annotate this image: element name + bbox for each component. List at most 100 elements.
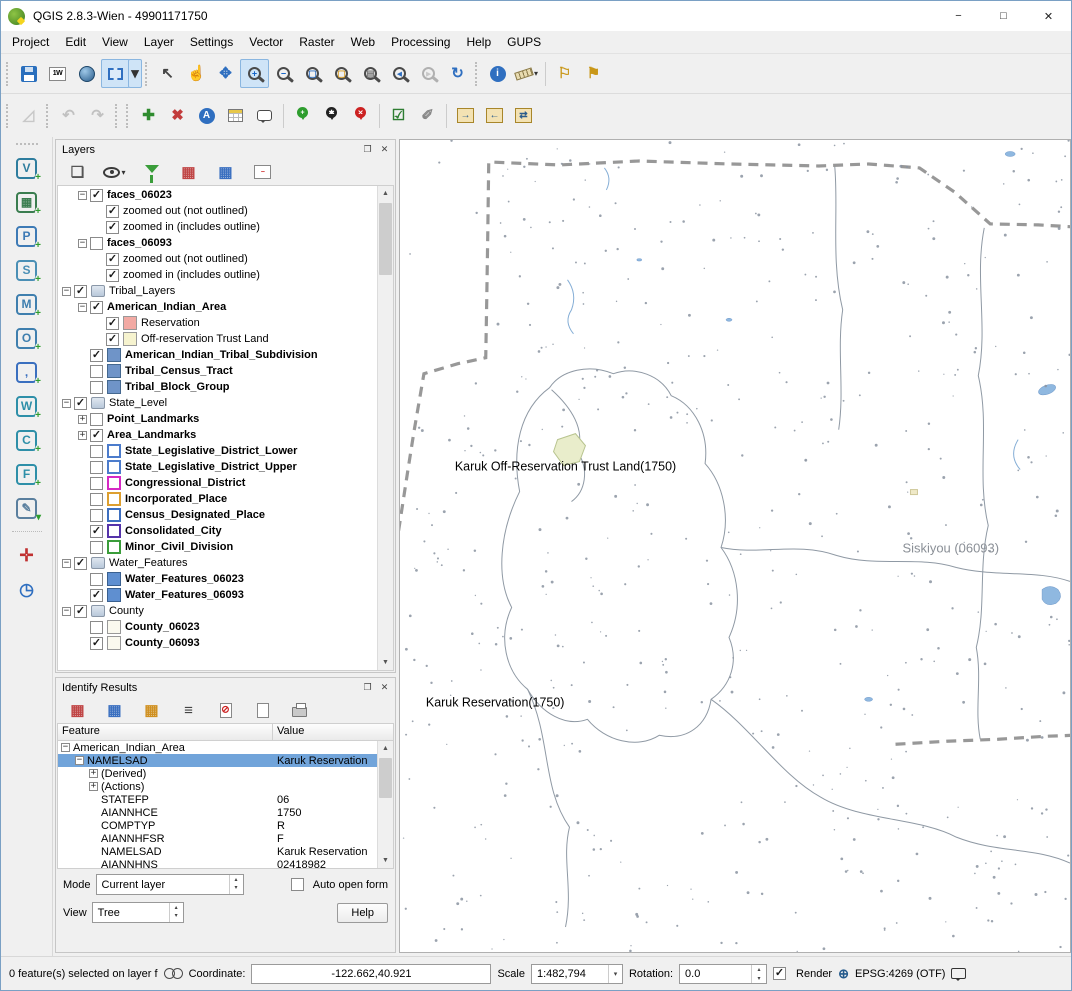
select-dropdown-chevron[interactable]: ▾ xyxy=(128,59,142,88)
layer-row[interactable]: State_Legislative_District_Upper xyxy=(58,459,377,475)
layer-checkbox[interactable] xyxy=(90,237,103,250)
layer-checkbox[interactable] xyxy=(90,477,103,490)
crs-status-text[interactable]: EPSG:4269 (OTF) xyxy=(855,968,945,980)
attribute-table-icon[interactable] xyxy=(221,101,250,130)
layer-row[interactable]: +✓Area_Landmarks xyxy=(58,427,377,443)
globe-icon[interactable] xyxy=(72,59,101,88)
layer-checkbox[interactable] xyxy=(90,381,103,394)
pin-add-icon[interactable]: + xyxy=(288,101,317,130)
pan-to-selection-icon[interactable]: ✥ xyxy=(211,59,240,88)
copy-feature-icon[interactable] xyxy=(248,696,277,725)
panel-close-button[interactable]: ✕ xyxy=(377,681,392,695)
layer-checkbox[interactable]: ✓ xyxy=(106,333,119,346)
sync-data-icon[interactable]: ⇄ xyxy=(509,101,538,130)
layer-checkbox[interactable] xyxy=(90,621,103,634)
menu-settings[interactable]: Settings xyxy=(182,32,241,52)
tree-expander[interactable]: + xyxy=(78,415,87,424)
scroll-up-arrow[interactable]: ▲ xyxy=(378,741,393,756)
expand-all-icon[interactable]: ▦ xyxy=(174,158,203,187)
identify-result-row[interactable]: −NAMELSADKaruk Reservation xyxy=(58,754,377,767)
layer-row[interactable]: ✓zoomed in (includes outline) xyxy=(58,267,377,283)
add-delimited-text-icon[interactable]: ,+ xyxy=(12,357,42,387)
menu-processing[interactable]: Processing xyxy=(383,32,458,52)
add-vector-layer-icon[interactable]: V+ xyxy=(12,153,42,183)
layer-checkbox[interactable]: ✓ xyxy=(74,605,87,618)
layer-checkbox[interactable] xyxy=(90,493,103,506)
show-bookmarks-icon[interactable]: ⚑ xyxy=(579,59,608,88)
menu-gups[interactable]: GUPS xyxy=(499,32,549,52)
help-button[interactable]: Help xyxy=(337,903,388,923)
layer-row[interactable]: ✓County_06093 xyxy=(58,635,377,651)
layer-checkbox[interactable] xyxy=(90,413,103,426)
add-oracle-layer-icon[interactable]: O+ xyxy=(12,323,42,353)
scrollbar-thumb[interactable] xyxy=(379,203,392,275)
tree-expander[interactable]: + xyxy=(89,769,98,778)
tree-expander[interactable]: − xyxy=(62,607,71,616)
menu-project[interactable]: Project xyxy=(4,32,57,52)
identify-result-row[interactable]: AIANNHFSRF xyxy=(58,832,377,845)
identify-result-row[interactable]: COMPTYPR xyxy=(58,819,377,832)
touch-cursor-icon[interactable]: ↖ xyxy=(153,59,182,88)
tree-expander[interactable]: − xyxy=(62,399,71,408)
pin-flag-icon[interactable]: ✱ xyxy=(317,101,346,130)
layer-row[interactable]: Congressional_District xyxy=(58,475,377,491)
azimuth-tool-icon[interactable]: ◷ xyxy=(12,574,42,604)
column-header-value[interactable]: Value xyxy=(273,724,393,740)
scroll-up-arrow[interactable]: ▲ xyxy=(378,186,393,201)
identify-scrollbar[interactable]: ▲ ▼ xyxy=(377,741,393,868)
layer-checkbox[interactable]: ✓ xyxy=(74,397,87,410)
zoom-in-icon[interactable]: + xyxy=(240,59,269,88)
identify-result-row[interactable]: +(Derived) xyxy=(58,767,377,780)
layer-row[interactable]: +Point_Landmarks xyxy=(58,411,377,427)
refresh-icon[interactable]: ↻ xyxy=(443,59,472,88)
validate-map-icon[interactable]: ☑ xyxy=(384,101,413,130)
layer-checkbox[interactable]: ✓ xyxy=(106,269,119,282)
import-data-icon[interactable]: → xyxy=(451,101,480,130)
layer-row[interactable]: Tribal_Census_Tract xyxy=(58,363,377,379)
menu-web[interactable]: Web xyxy=(343,32,383,52)
menu-vector[interactable]: Vector xyxy=(241,32,291,52)
expand-new-icon[interactable]: ▦ xyxy=(137,696,166,725)
layer-row[interactable]: Incorporated_Place xyxy=(58,491,377,507)
form-view-icon[interactable]: ≡ xyxy=(174,696,203,725)
add-group-icon[interactable]: ❏ xyxy=(63,158,92,187)
layer-row[interactable]: Water_Features_06023 xyxy=(58,571,377,587)
layer-row[interactable]: ✓Water_Features_06093 xyxy=(58,587,377,603)
coordinate-input[interactable]: -122.662,40.921 xyxy=(251,964,491,984)
identify-result-row[interactable]: −American_Indian_Area xyxy=(58,741,377,754)
layer-row[interactable]: −✓Tribal_Layers xyxy=(58,283,377,299)
zoom-full-icon[interactable]: ▢ xyxy=(298,59,327,88)
crs-globe-icon[interactable]: ⊕ xyxy=(838,966,849,982)
layer-row[interactable]: ✓American_Indian_Tribal_Subdivision xyxy=(58,347,377,363)
menu-layer[interactable]: Layer xyxy=(136,32,182,52)
print-icon[interactable] xyxy=(285,696,314,725)
identify-result-row[interactable]: +(Actions) xyxy=(58,780,377,793)
export-data-icon[interactable]: ← xyxy=(480,101,509,130)
layer-checkbox[interactable]: ✓ xyxy=(106,317,119,330)
panel-float-button[interactable]: ❐ xyxy=(360,143,375,157)
layer-row[interactable]: −faces_06093 xyxy=(58,235,377,251)
select-rectangle-icon[interactable] xyxy=(101,59,130,88)
add-spatialite-layer-icon[interactable]: S+ xyxy=(12,255,42,285)
layer-row[interactable]: ✓zoomed out (not outlined) xyxy=(58,251,377,267)
text-label-icon[interactable]: A xyxy=(192,101,221,130)
menu-edit[interactable]: Edit xyxy=(57,32,94,52)
new-feature-icon[interactable]: ✚ xyxy=(134,101,163,130)
layer-checkbox[interactable]: ✓ xyxy=(90,189,103,202)
tree-expander[interactable]: − xyxy=(75,756,84,765)
clear-results-icon[interactable]: ⊘ xyxy=(211,696,240,725)
dropdown-chevron-icon[interactable]: ▾ xyxy=(121,168,125,177)
map-canvas[interactable]: Karuk Off-Reservation Trust Land(1750)Si… xyxy=(400,140,1070,952)
layer-checkbox[interactable] xyxy=(90,509,103,522)
minimize-button[interactable]: − xyxy=(936,1,981,31)
auto-open-form-checkbox[interactable] xyxy=(291,878,304,891)
close-button[interactable]: ✕ xyxy=(1026,1,1071,31)
layer-row[interactable]: ✓Consolidated_City xyxy=(58,523,377,539)
layer-row[interactable]: Minor_Civil_Division xyxy=(58,539,377,555)
layer-checkbox[interactable]: ✓ xyxy=(106,205,119,218)
layer-checkbox[interactable]: ✓ xyxy=(90,589,103,602)
add-raster-layer-icon[interactable]: ▦+ xyxy=(12,187,42,217)
layer-row[interactable]: −✓State_Level xyxy=(58,395,377,411)
layer-checkbox[interactable]: ✓ xyxy=(106,253,119,266)
tree-expander[interactable]: − xyxy=(62,287,71,296)
